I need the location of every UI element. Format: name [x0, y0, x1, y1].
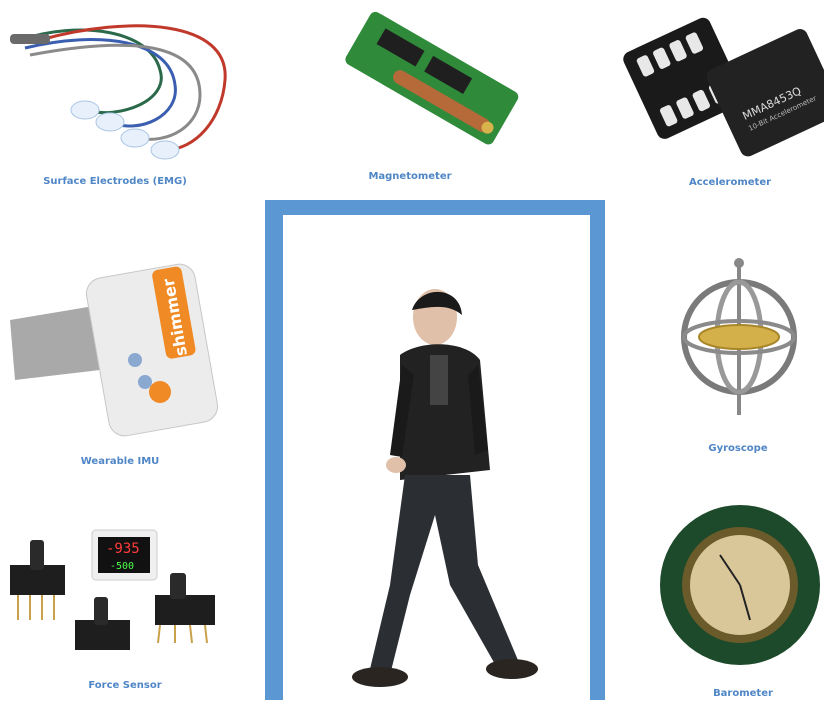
force-sensor-image: -935 -500: [10, 529, 215, 650]
barometer-label: Barometer: [713, 688, 773, 699]
gyroscope-image: [681, 258, 797, 415]
accelerometer-label: Accelerometer: [688, 177, 772, 188]
force-display-top: -935: [106, 541, 140, 557]
barometer-image: [660, 505, 820, 665]
gyroscope-label: Gyroscope: [708, 443, 768, 454]
emg-label: Surface Electrodes (EMG): [43, 176, 187, 187]
magnetometer-label: Magnetometer: [368, 171, 452, 182]
walking-person-figure: [352, 289, 538, 687]
accelerometer-image: MMA8453Q 10-Bit Accelerometer: [623, 17, 824, 157]
wearable-imu-label: Wearable IMU: [80, 456, 160, 467]
force-sensor-label: Force Sensor: [88, 680, 162, 691]
magnetometer-image: [345, 11, 519, 145]
wearable-imu-image: shimmer: [10, 263, 219, 437]
force-display-bottom: -500: [110, 561, 134, 572]
emg-electrodes-image: [10, 24, 227, 160]
